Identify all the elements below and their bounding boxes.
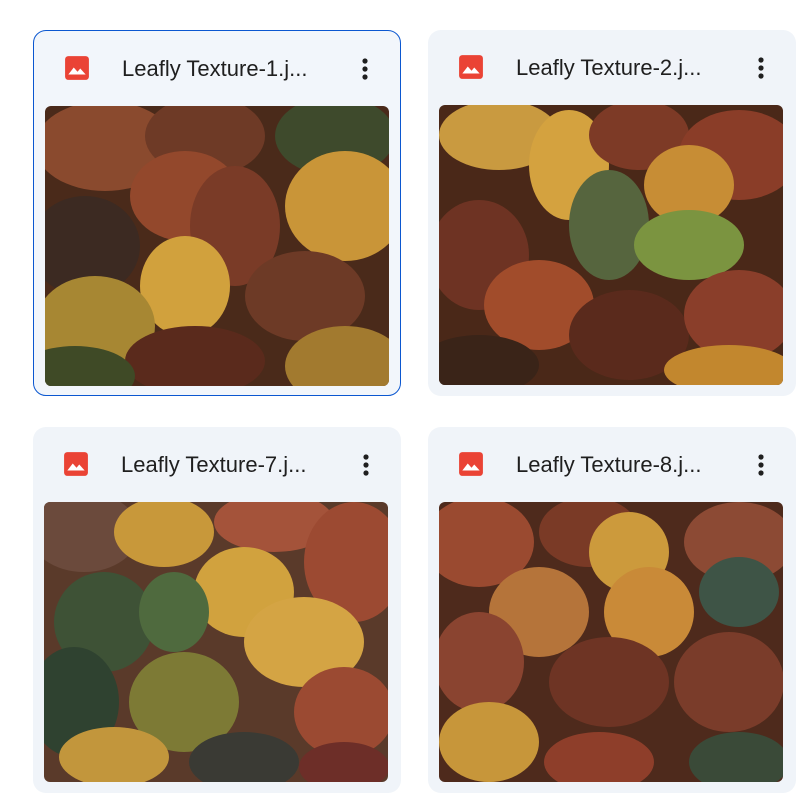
more-actions-button[interactable]: [348, 52, 382, 86]
file-thumbnail: [439, 502, 783, 782]
file-thumbnail: [45, 106, 389, 386]
image-file-icon: [64, 452, 88, 476]
file-card-header: Leafly Texture-2.j...: [428, 30, 796, 100]
file-name: Leafly Texture-2.j...: [516, 55, 702, 80]
more-actions-button[interactable]: [744, 51, 778, 85]
file-card-header: Leafly Texture-1.j...: [34, 31, 400, 101]
image-file-icon: [459, 55, 483, 79]
file-name: Leafly Texture-7.j...: [121, 452, 307, 477]
more-vert-icon: [758, 454, 764, 476]
image-file-icon: [459, 452, 483, 476]
more-actions-button[interactable]: [349, 448, 383, 482]
more-vert-icon: [362, 58, 368, 80]
file-name: Leafly Texture-1.j...: [122, 56, 308, 81]
more-actions-button[interactable]: [744, 448, 778, 482]
file-card-header: Leafly Texture-8.j...: [428, 427, 796, 497]
file-thumbnail: [44, 502, 388, 782]
file-thumbnail: [439, 105, 783, 385]
file-card[interactable]: Leafly Texture-8.j...: [428, 427, 796, 793]
more-vert-icon: [363, 454, 369, 476]
file-card[interactable]: Leafly Texture-1.j...: [33, 30, 401, 396]
image-file-icon: [65, 56, 89, 80]
file-card[interactable]: Leafly Texture-2.j...: [428, 30, 796, 396]
more-vert-icon: [758, 57, 764, 79]
file-name: Leafly Texture-8.j...: [516, 452, 702, 477]
file-card-header: Leafly Texture-7.j...: [33, 427, 401, 497]
file-card[interactable]: Leafly Texture-7.j...: [33, 427, 401, 793]
